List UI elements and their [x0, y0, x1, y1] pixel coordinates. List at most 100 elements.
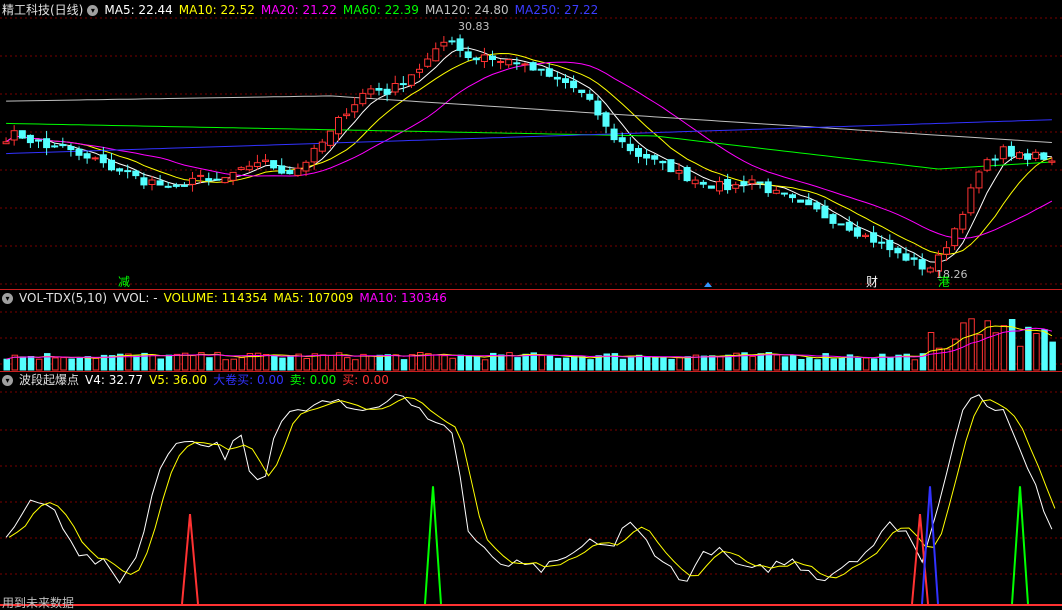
candle-body [1032, 151, 1040, 159]
candle-body [91, 157, 99, 160]
volume-bar [895, 354, 902, 371]
volume-bar [262, 354, 270, 371]
volume-bar [344, 357, 351, 371]
volume-bar [133, 355, 140, 371]
candle-body [416, 68, 423, 73]
ma250-line [6, 119, 1052, 155]
candle-body [197, 174, 205, 177]
candle-body [213, 178, 221, 181]
volume-bar [676, 356, 683, 371]
candle-body [862, 234, 869, 238]
volume-bar [271, 355, 278, 371]
candle-body [586, 93, 594, 100]
candle-body [626, 143, 634, 152]
candle-body [294, 167, 302, 176]
volume-bar [862, 357, 870, 371]
volume-bar [433, 354, 440, 371]
volume-bar [457, 354, 464, 371]
chart-canvas[interactable]: 30.83 18.26 减 财 港 用到未来数据 [0, 0, 1062, 610]
candle-body [383, 88, 391, 95]
candle-body [472, 57, 480, 61]
ma20-line [5, 61, 1053, 240]
volume-bar [635, 354, 643, 371]
indicator-lines [0, 393, 1062, 606]
candle-body [10, 130, 18, 141]
candle-body [253, 162, 261, 167]
candle-body [310, 147, 318, 163]
volume-bar [830, 358, 837, 371]
volume-bar [538, 355, 546, 371]
event-marker-2[interactable]: 财 [866, 275, 878, 289]
candle-body [399, 83, 407, 86]
volume-bars [3, 318, 1056, 371]
candle-body [635, 148, 642, 157]
volume-bar [668, 358, 675, 371]
candle-body [537, 68, 545, 71]
candle-body [51, 145, 59, 148]
volume-bar [887, 357, 894, 371]
volume-bar [579, 356, 586, 371]
candle-body [821, 205, 829, 219]
candle-body [83, 153, 91, 159]
event-marker-3[interactable]: 港 [938, 275, 950, 289]
candle-body [951, 228, 959, 247]
candle-body [229, 171, 237, 181]
candle-body [943, 247, 950, 255]
candle-body [464, 51, 472, 59]
volume-bar [392, 354, 400, 371]
volume-bar [287, 355, 294, 371]
volume-bar [206, 357, 213, 371]
candle-body [772, 189, 780, 194]
volume-bar [935, 347, 943, 371]
candle-body [545, 68, 553, 77]
volume-bar [1041, 329, 1048, 371]
ma120-line [6, 95, 1052, 143]
candle-body [675, 170, 683, 174]
volume-bar [368, 355, 375, 371]
candle-body [789, 194, 796, 199]
volume-bar [473, 356, 481, 371]
volume-bar [222, 359, 229, 371]
candle-body [562, 78, 569, 83]
candle-body [902, 253, 910, 261]
candle-body [837, 223, 845, 226]
candle-body [221, 177, 229, 184]
candle-body [845, 221, 853, 231]
volume-bar [660, 357, 667, 371]
candle-body [302, 161, 310, 172]
ma60-line [6, 122, 1052, 170]
candle-body [643, 154, 651, 159]
candle-body [724, 179, 732, 191]
volume-bar [441, 355, 448, 371]
event-marker-1[interactable]: 减 [118, 275, 130, 289]
volume-ma5-line [5, 325, 1053, 360]
volume-bar [230, 358, 237, 371]
volume-bar [35, 358, 43, 371]
candle-body [959, 213, 967, 230]
candle-body [610, 128, 618, 141]
volume-bar [789, 354, 797, 371]
volume-bar [708, 355, 716, 371]
volume-bar [871, 358, 878, 371]
volume-bar [1017, 345, 1024, 371]
candle-body [424, 58, 432, 67]
volume-bar [360, 353, 367, 371]
volume-bar [1049, 341, 1056, 371]
candle-body [1024, 153, 1032, 160]
candle-body [594, 100, 602, 116]
candle-body [707, 185, 715, 189]
candle-body [797, 199, 805, 203]
volume-bar [27, 356, 35, 371]
candle-body [886, 239, 894, 251]
volume-bar [238, 357, 246, 371]
volume-bar [781, 356, 789, 371]
candle-body [853, 227, 861, 237]
candle-body [805, 199, 813, 206]
volume-bar [408, 354, 416, 371]
volume-bar [814, 359, 821, 371]
candle-body [326, 130, 334, 146]
volume-bar [400, 359, 408, 371]
candle-body [1016, 152, 1023, 159]
candle-body [1048, 160, 1056, 163]
candle-body [343, 113, 351, 117]
